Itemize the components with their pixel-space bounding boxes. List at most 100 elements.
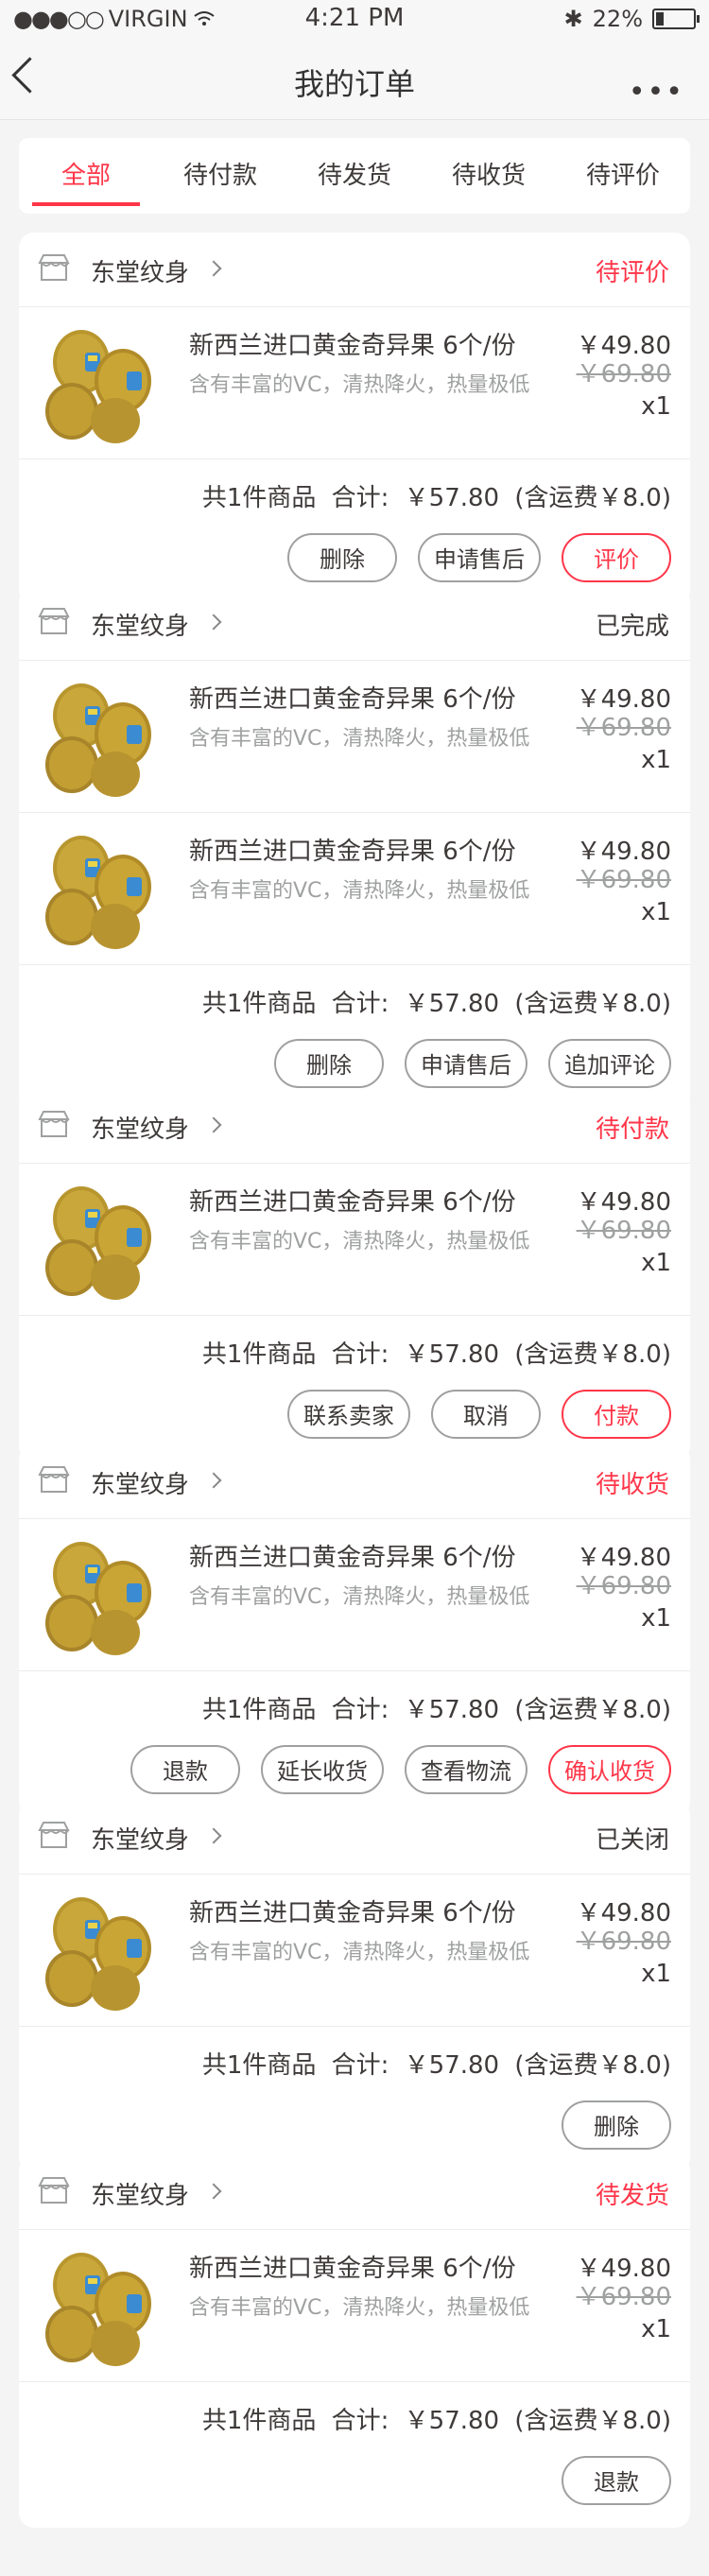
order-item[interactable]: 新西兰进口黄金奇异果 6个/份 含有丰富的VC，清热降火，热量极低 ￥49.80… bbox=[19, 1875, 690, 2027]
product-image[interactable] bbox=[36, 1888, 168, 2013]
chevron-right-icon bbox=[205, 614, 222, 631]
product-desc: 含有丰富的VC，清热降火，热量极低 bbox=[189, 727, 530, 751]
action-button[interactable]: 删除 bbox=[274, 1039, 384, 1088]
total-amount: ￥57.80 bbox=[404, 1340, 500, 1369]
product-name[interactable]: 新西兰进口黄金奇异果 6个/份 bbox=[189, 1893, 516, 1928]
action-button[interactable]: 联系卖家 bbox=[287, 1390, 410, 1439]
order-header[interactable]: 东堂纹身 待付款 bbox=[19, 1089, 690, 1164]
order-status: 待发货 bbox=[595, 2182, 669, 2210]
tab-pending-shipment[interactable]: 待发货 bbox=[287, 138, 422, 214]
order-header[interactable]: 东堂纹身 待发货 bbox=[19, 2155, 690, 2230]
product-quantity: x1 bbox=[641, 898, 671, 926]
battery-percent: 22% bbox=[592, 6, 643, 32]
action-button[interactable]: 取消 bbox=[431, 1390, 541, 1439]
action-button[interactable]: 延长收货 bbox=[261, 1745, 384, 1794]
status-right: ✱ 22% bbox=[564, 6, 700, 32]
product-quantity: x1 bbox=[641, 1249, 671, 1277]
product-quantity: x1 bbox=[641, 392, 671, 421]
product-original-price: ￥69.80 bbox=[576, 1928, 671, 1956]
action-button[interactable]: 评价 bbox=[562, 533, 671, 582]
total-amount: ￥57.80 bbox=[404, 2051, 500, 2080]
tab-pending-review[interactable]: 待评价 bbox=[556, 138, 690, 214]
product-original-price: ￥69.80 bbox=[576, 866, 671, 894]
shop-name[interactable]: 东堂纹身 bbox=[91, 253, 189, 288]
item-count: 共1件商品 bbox=[201, 2051, 317, 2080]
order-header[interactable]: 东堂纹身 已完成 bbox=[19, 586, 690, 661]
product-image[interactable] bbox=[36, 826, 168, 951]
product-original-price: ￥69.80 bbox=[576, 1572, 671, 1600]
shop-icon bbox=[38, 1822, 70, 1848]
product-quantity: x1 bbox=[641, 746, 671, 774]
product-original-price: ￥69.80 bbox=[576, 714, 671, 742]
order-item[interactable]: 新西兰进口黄金奇异果 6个/份 含有丰富的VC，清热降火，热量极低 ￥49.80… bbox=[19, 307, 690, 459]
product-name[interactable]: 新西兰进口黄金奇异果 6个/份 bbox=[189, 1538, 516, 1573]
action-button[interactable]: 退款 bbox=[562, 2456, 671, 2505]
action-button[interactable]: 追加评论 bbox=[548, 1039, 671, 1088]
order-summary: 共1件商品 合计: ￥57.80 (含运费￥8.0) bbox=[19, 459, 690, 527]
product-image[interactable] bbox=[36, 320, 168, 445]
action-button[interactable]: 申请售后 bbox=[418, 533, 541, 582]
summary-text: 共1件商品 合计: ￥57.80 (含运费￥8.0) bbox=[195, 1690, 671, 1725]
order-header[interactable]: 东堂纹身 待收货 bbox=[19, 1444, 690, 1519]
order-actions: 退款 bbox=[19, 2450, 690, 2528]
action-button[interactable]: 申请售后 bbox=[405, 1039, 527, 1088]
product-original-price: ￥69.80 bbox=[576, 360, 671, 389]
order-card: 东堂纹身 待收货 新西兰进口黄金奇异果 6个/份 含有丰富的VC，清热降火，热量… bbox=[19, 1444, 690, 1817]
product-desc: 含有丰富的VC，清热降火，热量极低 bbox=[189, 1230, 530, 1253]
total-label: 合计: bbox=[331, 2051, 389, 2080]
tab-pending-receipt[interactable]: 待收货 bbox=[422, 138, 556, 214]
product-desc: 含有丰富的VC，清热降火，热量极低 bbox=[189, 1941, 530, 1964]
product-name[interactable]: 新西兰进口黄金奇异果 6个/份 bbox=[189, 1183, 516, 1218]
chevron-right-icon bbox=[205, 1116, 222, 1133]
total-label: 合计: bbox=[331, 2407, 389, 2435]
action-button[interactable]: 付款 bbox=[562, 1390, 671, 1439]
action-button[interactable]: 查看物流 bbox=[405, 1745, 527, 1794]
action-button[interactable]: 确认收货 bbox=[548, 1745, 671, 1794]
action-button[interactable]: 删除 bbox=[562, 2101, 671, 2150]
shop-name[interactable]: 东堂纹身 bbox=[91, 1110, 189, 1145]
order-status: 待收货 bbox=[595, 1471, 669, 1499]
product-name[interactable]: 新西兰进口黄金奇异果 6个/份 bbox=[189, 832, 516, 867]
shipping-fee: (含运费￥8.0) bbox=[514, 990, 671, 1018]
shipping-fee: (含运费￥8.0) bbox=[514, 1696, 671, 1724]
item-count: 共1件商品 bbox=[201, 2407, 317, 2435]
tab-all[interactable]: 全部 bbox=[19, 138, 153, 214]
item-count: 共1件商品 bbox=[201, 1696, 317, 1724]
shop-name[interactable]: 东堂纹身 bbox=[91, 1465, 189, 1500]
product-image[interactable] bbox=[36, 2243, 168, 2368]
shop-icon bbox=[38, 608, 70, 634]
total-label: 合计: bbox=[331, 484, 389, 512]
order-header[interactable]: 东堂纹身 已关闭 bbox=[19, 1800, 690, 1875]
order-item[interactable]: 新西兰进口黄金奇异果 6个/份 含有丰富的VC，清热降火，热量极低 ￥49.80… bbox=[19, 1519, 690, 1671]
chevron-right-icon bbox=[205, 1827, 222, 1844]
order-header[interactable]: 东堂纹身 待评价 bbox=[19, 233, 690, 307]
product-image[interactable] bbox=[36, 1532, 168, 1657]
order-item[interactable]: 新西兰进口黄金奇异果 6个/份 含有丰富的VC，清热降火，热量极低 ￥49.80… bbox=[19, 813, 690, 965]
order-item[interactable]: 新西兰进口黄金奇异果 6个/份 含有丰富的VC，清热降火，热量极低 ￥49.80… bbox=[19, 661, 690, 813]
action-button[interactable]: 删除 bbox=[287, 533, 397, 582]
more-icon[interactable]: ••• bbox=[629, 76, 684, 109]
order-summary: 共1件商品 合计: ￥57.80 (含运费￥8.0) bbox=[19, 1316, 690, 1384]
product-desc: 含有丰富的VC，清热降火，热量极低 bbox=[189, 879, 530, 903]
product-image[interactable] bbox=[36, 674, 168, 799]
shop-name[interactable]: 东堂纹身 bbox=[91, 2176, 189, 2211]
shop-icon bbox=[38, 254, 70, 281]
order-item[interactable]: 新西兰进口黄金奇异果 6个/份 含有丰富的VC，清热降火，热量极低 ￥49.80… bbox=[19, 2230, 690, 2382]
action-button[interactable]: 退款 bbox=[130, 1745, 240, 1794]
shipping-fee: (含运费￥8.0) bbox=[514, 1340, 671, 1369]
item-count: 共1件商品 bbox=[201, 1340, 317, 1369]
item-count: 共1件商品 bbox=[201, 990, 317, 1018]
product-name[interactable]: 新西兰进口黄金奇异果 6个/份 bbox=[189, 680, 516, 715]
product-name[interactable]: 新西兰进口黄金奇异果 6个/份 bbox=[189, 326, 516, 361]
order-item[interactable]: 新西兰进口黄金奇异果 6个/份 含有丰富的VC，清热降火，热量极低 ￥49.80… bbox=[19, 1164, 690, 1316]
tab-pending-payment[interactable]: 待付款 bbox=[153, 138, 287, 214]
shop-icon bbox=[38, 1466, 70, 1493]
total-amount: ￥57.80 bbox=[404, 990, 500, 1018]
shop-name[interactable]: 东堂纹身 bbox=[91, 1821, 189, 1856]
shipping-fee: (含运费￥8.0) bbox=[514, 2407, 671, 2435]
order-card: 东堂纹身 待付款 新西兰进口黄金奇异果 6个/份 含有丰富的VC，清热降火，热量… bbox=[19, 1089, 690, 1461]
order-status: 待付款 bbox=[595, 1115, 669, 1144]
product-image[interactable] bbox=[36, 1177, 168, 1302]
shop-name[interactable]: 东堂纹身 bbox=[91, 607, 189, 642]
product-name[interactable]: 新西兰进口黄金奇异果 6个/份 bbox=[189, 2249, 516, 2284]
